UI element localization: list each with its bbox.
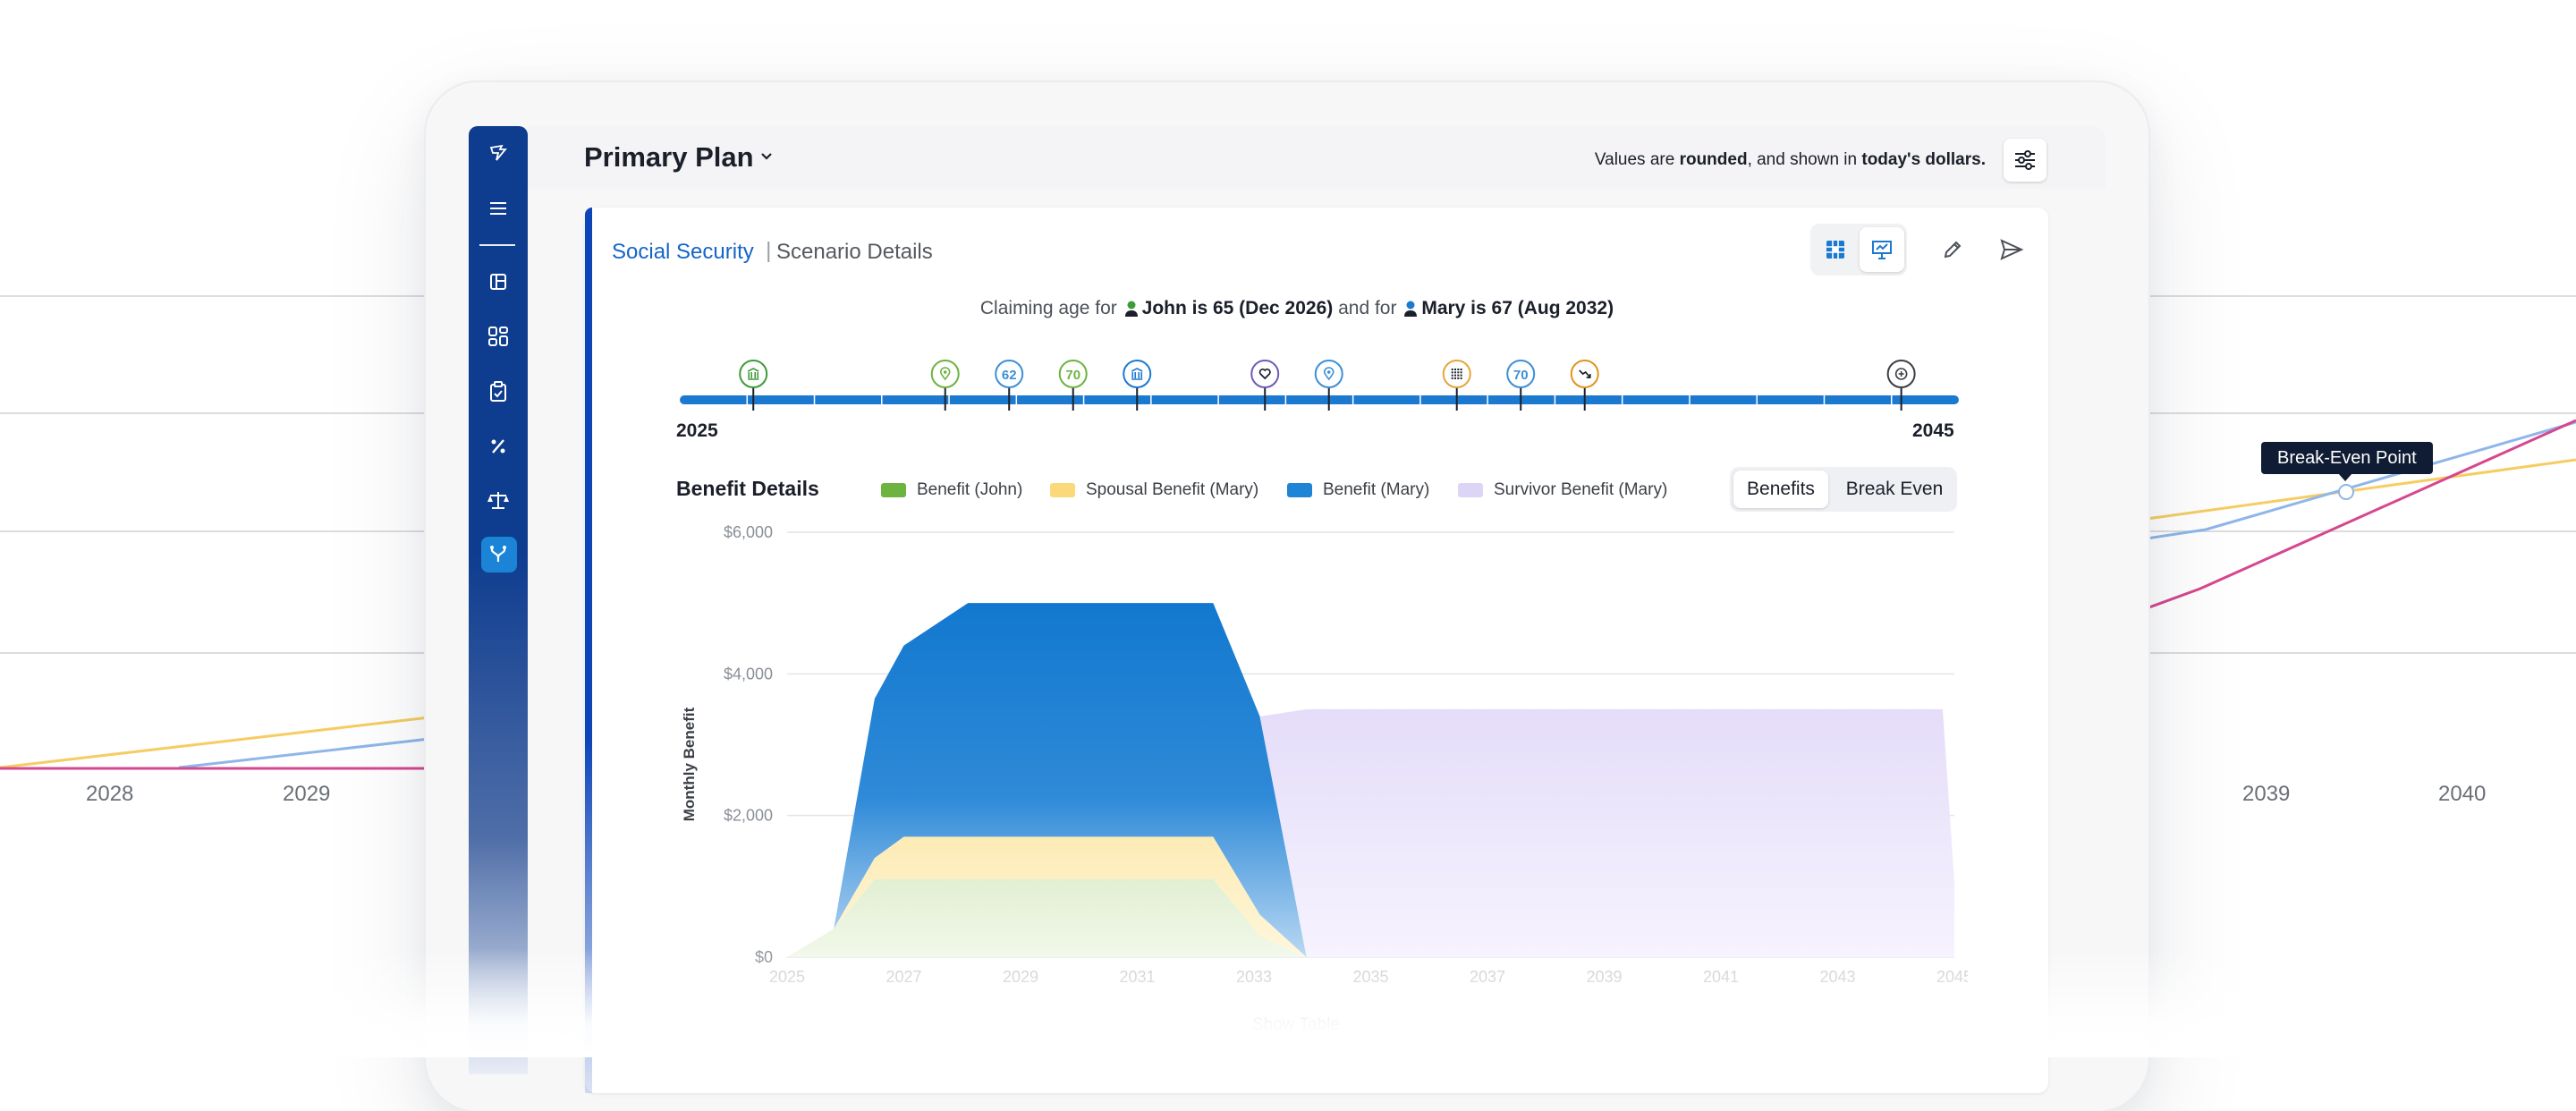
benefit-area-chart: $0 $2,000 $4,000 $6,000 Monthly Benefit 2025 2…: [681, 523, 1968, 986]
grid-view-icon: [1826, 241, 1844, 259]
presentation-view-button[interactable]: [1860, 227, 1904, 272]
legend-item-survivor-benefit-mary[interactable]: Survivor Benefit (Mary): [1458, 480, 1667, 500]
timeline-track: [680, 395, 1959, 404]
y-tick-label: $4,000: [724, 665, 773, 683]
plan-title[interactable]: Primary Plan: [584, 141, 754, 174]
x-tick-label: 2039: [1586, 968, 1622, 986]
sidebar-divider: [479, 244, 515, 246]
y-axis-label: Monthly Benefit: [681, 707, 698, 821]
settings-button[interactable]: [2004, 139, 2046, 182]
break-even-tooltip: Break-Even Point: [2261, 442, 2433, 474]
send-button[interactable]: [1989, 227, 2034, 272]
x-tick-label: 2037: [1470, 968, 1505, 986]
y-tick-label: $6,000: [724, 523, 773, 541]
scenario-timeline: 62 70 70: [680, 360, 1959, 411]
background-chart-left: [0, 295, 447, 770]
legend-item-benefit-john[interactable]: Benefit (John): [881, 480, 1022, 500]
bg-year-label: 2028: [86, 782, 134, 806]
legend-swatch: [881, 483, 906, 497]
bg-year-label: 2039: [2242, 782, 2291, 806]
grid-view-button[interactable]: [1813, 227, 1858, 272]
breadcrumb-social-security[interactable]: Social Security: [612, 240, 754, 265]
chevron-down-icon[interactable]: [760, 152, 773, 161]
legend-swatch: [1287, 483, 1312, 497]
legend-swatch: [1458, 483, 1483, 497]
breadcrumb-scenario-details: Scenario Details: [776, 240, 933, 264]
x-tick-label: 2035: [1352, 968, 1388, 986]
x-tick-label: 2025: [769, 968, 805, 986]
sidebar: [469, 126, 528, 1074]
timeline-end-year: 2045: [1912, 420, 1954, 441]
x-tick-label: 2033: [1236, 968, 1272, 986]
x-tick-label: 2043: [1819, 968, 1855, 986]
tab-benefits[interactable]: Benefits: [1733, 471, 1828, 508]
x-tick-label: 2045: [1936, 968, 1968, 986]
breadcrumb-separator: |: [766, 238, 772, 263]
claiming-age-summary: Claiming age for John is 65 (Dec 2026) a…: [979, 298, 1614, 318]
scale-icon[interactable]: [469, 482, 528, 518]
values-note: Values are rounded, and shown in today's…: [1594, 150, 1986, 169]
legend-label: Survivor Benefit (Mary): [1494, 480, 1668, 499]
y-tick-label: $2,000: [724, 807, 773, 825]
benefit-details-title: Benefit Details: [676, 477, 819, 500]
tooltip-arrow: [2338, 473, 2352, 481]
legend-label: Spousal Benefit (Mary): [1086, 480, 1259, 499]
card-accent-bar: [585, 208, 592, 1093]
x-tick-label: 2027: [886, 968, 921, 986]
timeline-age-label: 62: [1002, 368, 1017, 383]
timeline-start-year: 2025: [676, 420, 718, 441]
dashboard-icon[interactable]: [469, 318, 528, 354]
menu-icon[interactable]: [469, 191, 528, 226]
bg-benefit-line: [2146, 420, 2576, 540]
x-tick-label: 2041: [1703, 968, 1739, 986]
pencil-icon: [1944, 241, 1962, 259]
timeline-age-label: 70: [1513, 368, 1529, 383]
layout-icon[interactable]: [469, 264, 528, 300]
bg-spousal-line: [0, 716, 430, 769]
bg-year-label: 2029: [283, 782, 331, 806]
percent-icon[interactable]: [469, 428, 528, 464]
person-john-icon: [1124, 301, 1138, 318]
legend-item-spousal-benefit-mary[interactable]: Spousal Benefit (Mary): [1050, 480, 1258, 500]
timeline-age-label: 70: [1065, 368, 1080, 383]
x-tick-label: 2029: [1003, 968, 1038, 986]
legend-label: Benefit (John): [917, 480, 1023, 499]
clipboard-icon[interactable]: [469, 374, 528, 410]
branch-icon[interactable]: [469, 537, 528, 572]
legend-label: Benefit (Mary): [1323, 480, 1430, 499]
logo-icon[interactable]: [469, 135, 528, 171]
x-tick-label: 2031: [1119, 968, 1155, 986]
show-table-toggle[interactable]: Show Table: [1252, 1015, 1340, 1035]
sliders-icon: [2015, 150, 2035, 170]
legend-item-benefit-mary[interactable]: Benefit (Mary): [1287, 480, 1429, 500]
break-even-point-marker: [2338, 484, 2354, 500]
y-tick-label: $0: [755, 948, 773, 966]
tab-break-even[interactable]: Break Even: [1834, 471, 1955, 508]
person-mary-icon: [1404, 301, 1418, 318]
bg-year-label: 2040: [2438, 782, 2487, 806]
send-icon: [2000, 239, 2024, 260]
presentation-icon: [1872, 241, 1892, 259]
legend-swatch: [1050, 483, 1075, 497]
edit-button[interactable]: [1930, 227, 1975, 272]
